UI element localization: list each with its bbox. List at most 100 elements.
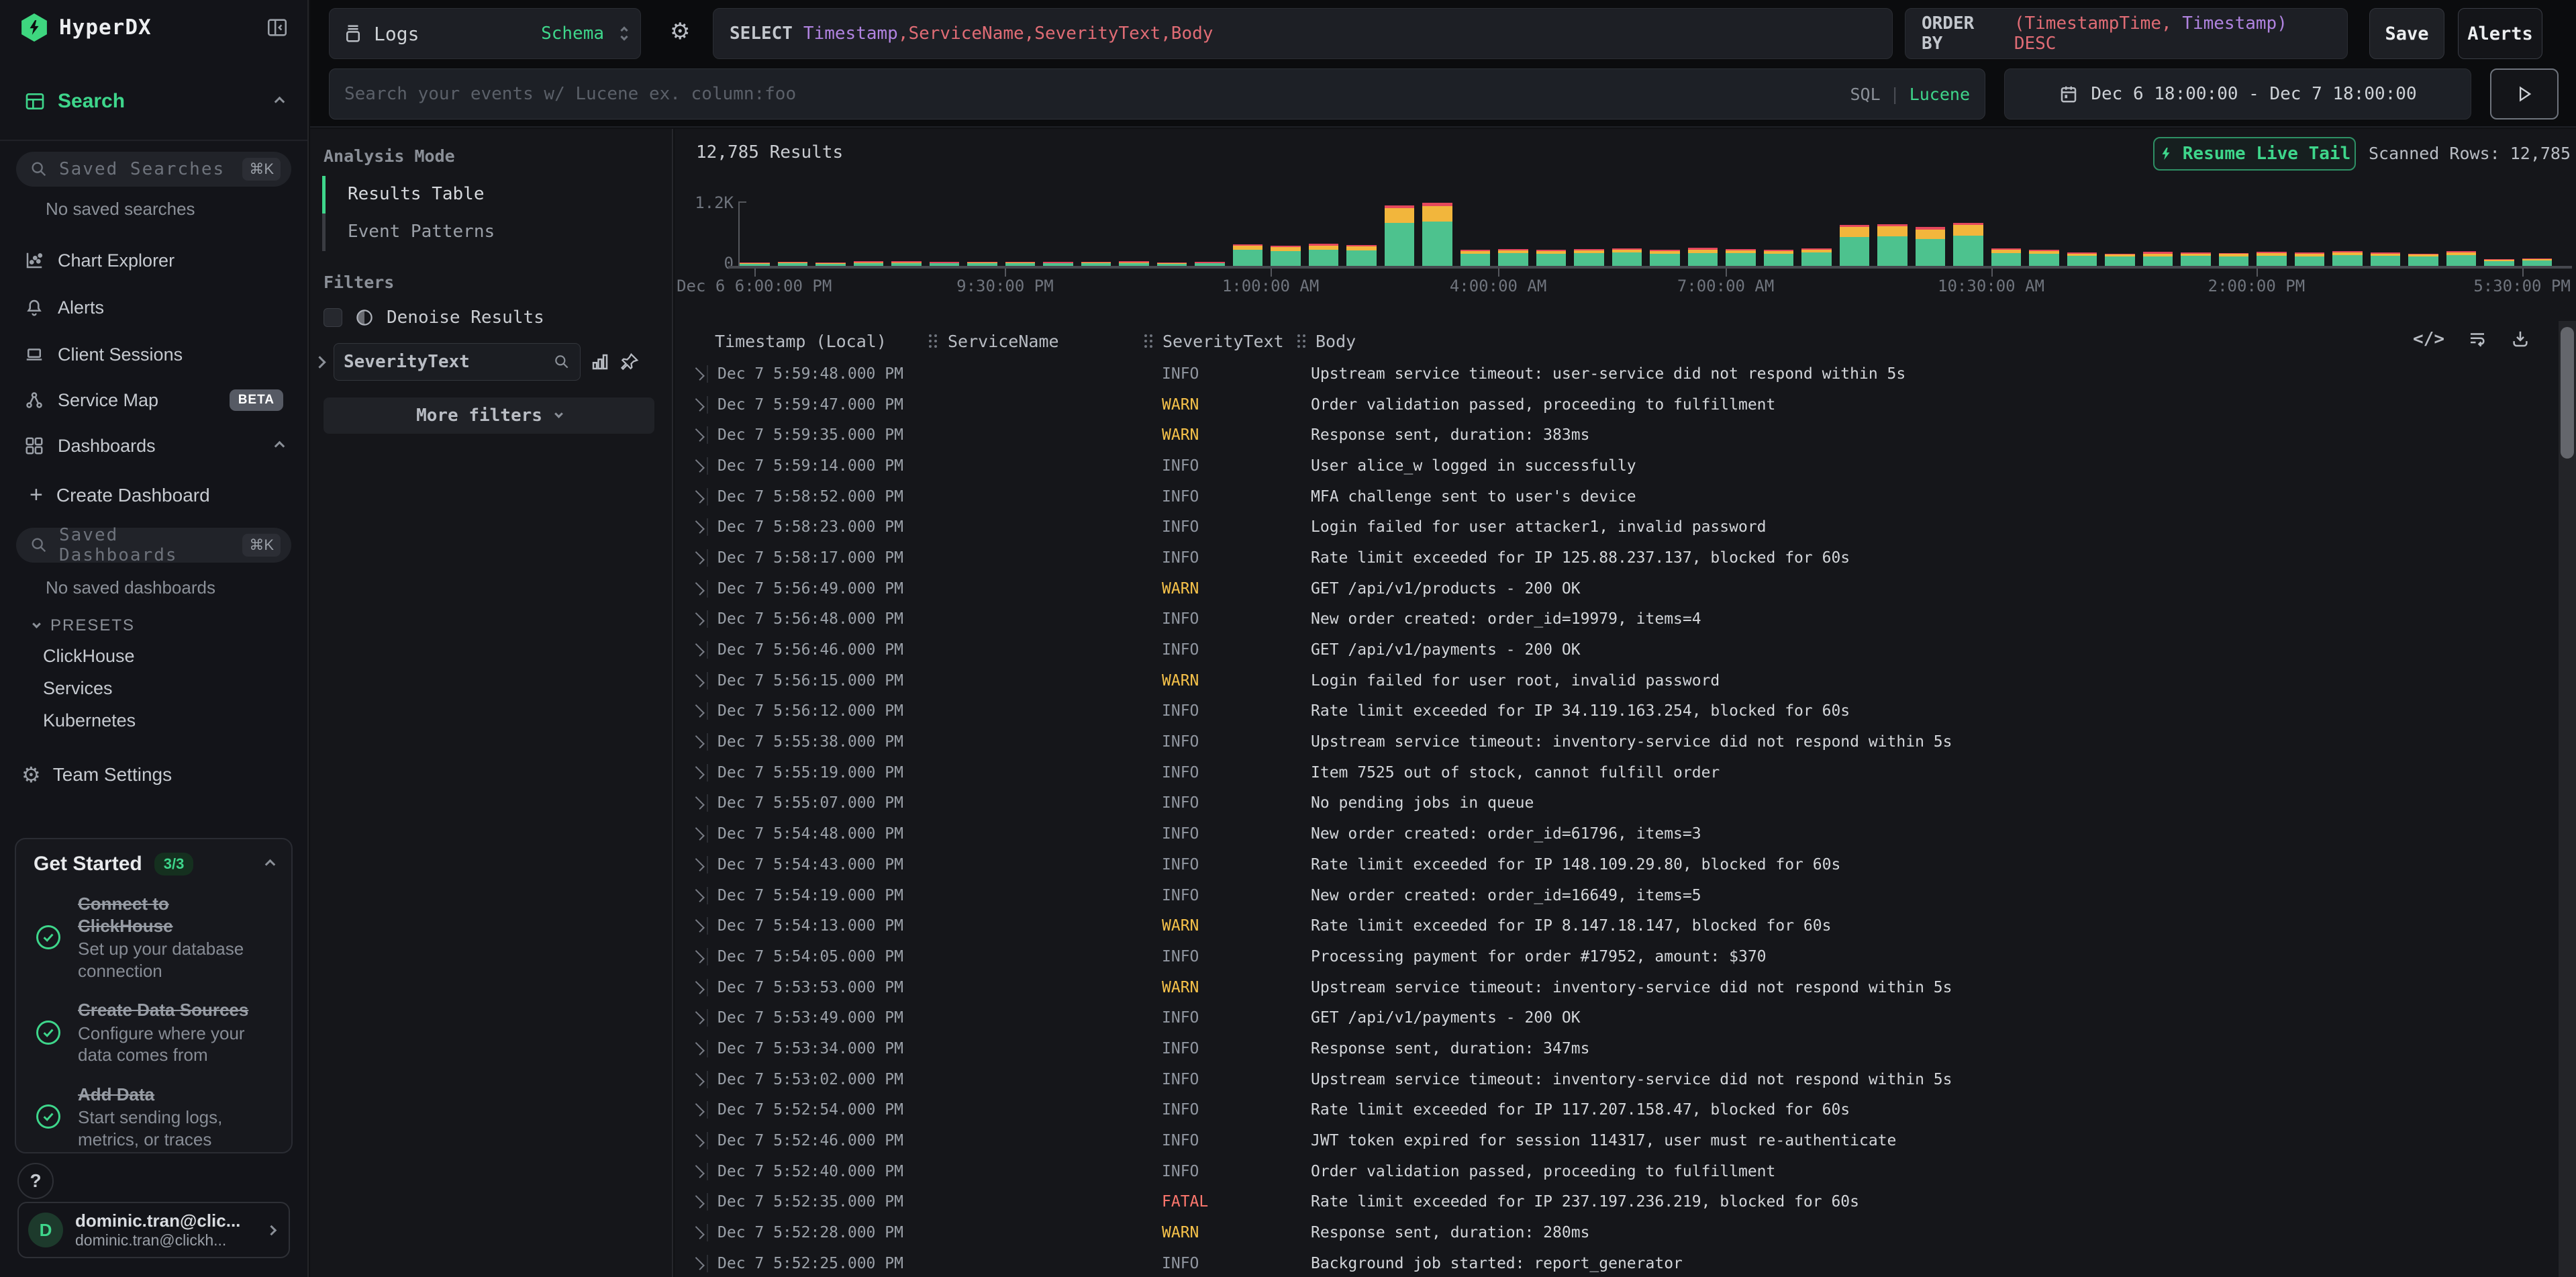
expand-row-icon[interactable] — [691, 1011, 705, 1025]
expand-row-icon[interactable] — [691, 1257, 705, 1270]
preset-kubernetes[interactable]: Kubernetes — [43, 710, 136, 731]
chevron-up-icon[interactable] — [275, 96, 285, 107]
chart-bar[interactable] — [1650, 250, 1680, 266]
saved-dashboards-input[interactable]: Saved Dashboards ⌘K — [16, 528, 291, 563]
code-view-icon[interactable]: </> — [2413, 329, 2444, 349]
log-row[interactable]: Dec 7 5:58:17.000 PMINFORate limit excee… — [675, 542, 2556, 573]
user-profile-card[interactable]: D dominic.tran@clic... dominic.tran@clic… — [17, 1202, 290, 1258]
chart-bar[interactable] — [1460, 250, 1491, 266]
sidebar-item-dashboards[interactable]: Dashboards — [24, 428, 283, 463]
select-clause-input[interactable]: SELECT Timestamp,ServiceName,SeverityTex… — [713, 8, 1893, 59]
denoise-checkbox[interactable] — [324, 308, 342, 327]
log-row[interactable]: Dec 7 5:54:19.000 PMINFONew order create… — [675, 880, 2556, 911]
expand-row-icon[interactable] — [691, 520, 705, 534]
log-row[interactable]: Dec 7 5:56:46.000 PMINFOGET /api/v1/paym… — [675, 634, 2556, 665]
sidebar-item-client-sessions[interactable]: Client Sessions — [24, 337, 283, 372]
log-row[interactable]: Dec 7 5:54:05.000 PMINFOProcessing payme… — [675, 941, 2556, 972]
log-row[interactable]: Dec 7 5:58:52.000 PMINFOMFA challenge se… — [675, 481, 2556, 512]
expand-row-icon[interactable] — [691, 735, 705, 749]
chart-bar[interactable] — [2295, 252, 2325, 266]
severity-filter-field[interactable]: SeverityText — [334, 343, 581, 381]
chart-bar[interactable] — [854, 261, 884, 266]
expand-row-icon[interactable] — [691, 612, 705, 626]
chart-bar[interactable] — [2219, 253, 2249, 266]
expand-row-icon[interactable] — [691, 1165, 705, 1178]
log-row[interactable]: Dec 7 5:55:19.000 PMINFOItem 7525 out of… — [675, 757, 2556, 788]
chart-bar[interactable] — [2257, 252, 2287, 266]
expand-row-icon[interactable] — [691, 1042, 705, 1055]
expand-row-icon[interactable] — [691, 551, 705, 565]
expand-row-icon[interactable] — [691, 1196, 705, 1209]
chart-bar[interactable] — [1574, 249, 1604, 266]
expand-row-icon[interactable] — [691, 643, 705, 657]
chevron-up-icon[interactable] — [275, 440, 285, 451]
scrollbar-thumb[interactable] — [2561, 327, 2574, 459]
sidebar-item-alerts[interactable]: Alerts — [24, 290, 283, 325]
log-row[interactable]: Dec 7 5:52:40.000 PMINFOOrder validation… — [675, 1156, 2556, 1187]
date-range-picker[interactable]: Dec 6 18:00:00 - Dec 7 18:00:00 — [2004, 68, 2471, 120]
sidebar-item-team-settings[interactable]: ⚙ Team Settings — [21, 764, 172, 786]
log-row[interactable]: Dec 7 5:53:49.000 PMINFOGET /api/v1/paym… — [675, 1002, 2556, 1033]
log-row[interactable]: Dec 7 5:52:28.000 PMWARNResponse sent, d… — [675, 1217, 2556, 1248]
collapse-sidebar-icon[interactable] — [266, 16, 289, 39]
log-row[interactable]: Dec 7 5:56:49.000 PMWARNGET /api/v1/prod… — [675, 573, 2556, 604]
save-button[interactable]: Save — [2369, 8, 2444, 59]
help-button[interactable]: ? — [17, 1163, 54, 1199]
search-input[interactable] — [344, 84, 1838, 104]
chart-bar[interactable] — [1764, 250, 1794, 266]
log-row[interactable]: Dec 7 5:52:25.000 PMINFOBackground job s… — [675, 1248, 2556, 1277]
search-icon[interactable] — [553, 353, 571, 371]
chart-bar[interactable] — [1233, 244, 1263, 266]
column-header-body[interactable]: Body — [1316, 332, 1356, 351]
chart-bar[interactable] — [1953, 223, 1983, 266]
get-started-step[interactable]: Connect to ClickHouse Set up your databa… — [34, 893, 274, 982]
log-row[interactable]: Dec 7 5:52:35.000 PMFATALRate limit exce… — [675, 1187, 2556, 1218]
chart-bar[interactable] — [2029, 250, 2059, 266]
create-dashboard-button[interactable]: + Create Dashboard — [30, 482, 210, 508]
chart-bar[interactable] — [1536, 250, 1567, 266]
chart-bar[interactable] — [1309, 244, 1339, 266]
expand-row-icon[interactable] — [691, 766, 705, 779]
preset-clickhouse[interactable]: ClickHouse — [43, 646, 135, 667]
log-row[interactable]: Dec 7 5:55:07.000 PMINFONo pending jobs … — [675, 788, 2556, 819]
chart-bar[interactable] — [2371, 252, 2401, 266]
expand-row-icon[interactable] — [691, 582, 705, 596]
chart-bar[interactable] — [1877, 224, 1908, 266]
chart-bar[interactable] — [1916, 227, 1946, 266]
chevron-up-icon[interactable] — [265, 859, 276, 869]
more-filters-button[interactable]: More filters — [324, 397, 654, 434]
column-header-servicename[interactable]: ServiceName — [948, 332, 1059, 351]
column-header-timestamp[interactable]: Timestamp (Local) — [715, 332, 887, 351]
chart-bar[interactable] — [1422, 203, 1452, 266]
bar-chart-icon[interactable] — [590, 352, 610, 372]
expand-row-icon[interactable] — [691, 1073, 705, 1086]
order-by-input[interactable]: ORDER BY (TimestampTime, Timestamp) DESC — [1905, 8, 2348, 59]
log-row[interactable]: Dec 7 5:58:23.000 PMINFOLogin failed for… — [675, 512, 2556, 542]
chart-bar[interactable] — [1801, 248, 1832, 266]
preset-services[interactable]: Services — [43, 678, 113, 699]
get-started-step[interactable]: Create Data Sources Configure where your… — [34, 999, 274, 1066]
log-row[interactable]: Dec 7 5:54:48.000 PMINFONew order create… — [675, 818, 2556, 849]
log-row[interactable]: Dec 7 5:53:34.000 PMINFOResponse sent, d… — [675, 1033, 2556, 1064]
drag-handle-icon[interactable] — [1297, 334, 1301, 349]
log-row[interactable]: Dec 7 5:59:48.000 PMINFOUpstream service… — [675, 359, 2556, 389]
mode-results-table[interactable]: Results Table — [348, 184, 485, 204]
chart-bar[interactable] — [1346, 245, 1377, 266]
mode-event-patterns[interactable]: Event Patterns — [348, 222, 495, 242]
chart-bar[interactable] — [1498, 249, 1528, 266]
expand-row-icon[interactable] — [691, 981, 705, 994]
run-query-button[interactable] — [2490, 68, 2559, 120]
download-icon[interactable] — [2510, 329, 2530, 349]
log-row[interactable]: Dec 7 5:52:46.000 PMINFOJWT token expire… — [675, 1125, 2556, 1156]
source-settings-gear-icon[interactable]: ⚙ — [670, 20, 690, 43]
log-row[interactable]: Dec 7 5:59:47.000 PMWARNOrder validation… — [675, 389, 2556, 420]
get-started-step[interactable]: Add Data Start sending logs, metrics, or… — [34, 1084, 274, 1151]
event-search-bar[interactable]: SQL | Lucene — [329, 68, 1985, 120]
sidebar-item-chart-explorer[interactable]: Chart Explorer — [24, 243, 283, 278]
log-row[interactable]: Dec 7 5:55:38.000 PMINFOUpstream service… — [675, 726, 2556, 757]
drag-handle-icon[interactable] — [1144, 334, 1148, 349]
saved-searches-input[interactable]: Saved Searches ⌘K — [16, 152, 291, 187]
chart-bar[interactable] — [1840, 225, 1870, 266]
expand-row-icon[interactable] — [691, 428, 705, 442]
events-histogram[interactable]: 1.2K 0 Dec 6 6:00:00 PM9:30:00 PM1:00:00… — [675, 193, 2576, 294]
